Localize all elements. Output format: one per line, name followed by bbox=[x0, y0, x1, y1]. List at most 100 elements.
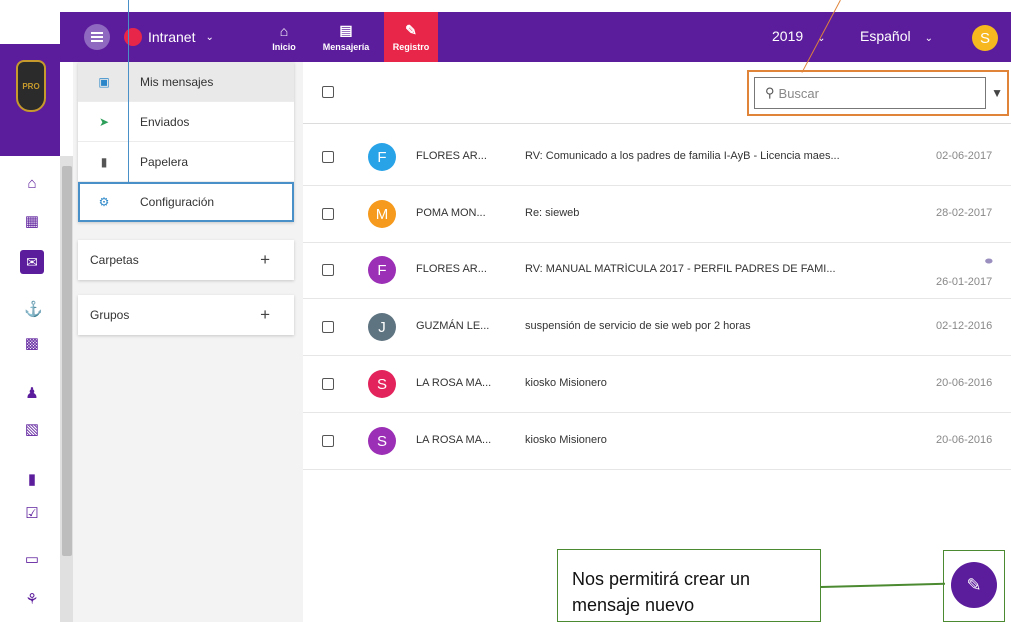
message-date: 20-06-2016 bbox=[936, 434, 993, 446]
folder-label: Papelera bbox=[140, 154, 189, 169]
sender-avatar: S bbox=[368, 427, 396, 455]
message-checkbox[interactable] bbox=[322, 435, 334, 447]
language-value: Español bbox=[860, 28, 911, 44]
message-sender: FLORES AR... bbox=[416, 150, 487, 162]
add-carpeta-icon[interactable]: + bbox=[260, 250, 270, 270]
search-input[interactable]: ⚲ Buscar bbox=[754, 77, 986, 109]
sender-avatar: J bbox=[368, 313, 396, 341]
message-date: 02-12-2016 bbox=[936, 320, 993, 332]
person-icon[interactable]: ♟ bbox=[24, 386, 40, 402]
checkbox-icon[interactable]: ☑ bbox=[24, 506, 40, 522]
document-icon[interactable]: ▭ bbox=[24, 552, 40, 568]
chevron-down-icon: ⌄ bbox=[205, 31, 214, 43]
annotation-connector bbox=[820, 582, 945, 588]
nav-inicio-label: Inicio bbox=[272, 41, 296, 52]
search-placeholder: Buscar bbox=[778, 85, 819, 101]
message-checkbox[interactable] bbox=[322, 378, 334, 390]
send-icon: ➤ bbox=[98, 114, 110, 129]
message-row[interactable]: M POMA MON... Re: sieweb 28-02-2017 bbox=[303, 186, 1011, 243]
gear-icon: ⚙ bbox=[98, 194, 110, 209]
sender-avatar: F bbox=[368, 143, 396, 171]
library-icon[interactable]: ▧ bbox=[24, 422, 40, 438]
message-subject: kiosko Misionero bbox=[525, 377, 607, 389]
calendar-icon[interactable]: ▦ bbox=[24, 214, 40, 230]
folder-label: Enviados bbox=[140, 114, 190, 129]
nav-mensajeria[interactable]: ▤ Mensajería bbox=[318, 12, 374, 62]
mailbox-icon: ▤ bbox=[339, 22, 353, 38]
message-row[interactable]: S LA ROSA MA... kiosko Misionero 20-06-2… bbox=[303, 356, 1011, 413]
folder-configuracion[interactable]: ⚙ Configuración bbox=[78, 182, 294, 222]
id-card-icon[interactable]: ▩ bbox=[24, 336, 40, 352]
message-checkbox[interactable] bbox=[322, 208, 334, 220]
book-icon[interactable]: ▮ bbox=[24, 472, 40, 488]
left-rail: ⌂ ▦ ✉ ⚓ ▩ ♟ ▧ ▮ ☑ ▭ ⚘ bbox=[0, 156, 60, 622]
home-icon: ⌂ bbox=[279, 22, 289, 39]
hamburger-icon bbox=[91, 32, 103, 42]
handshake-icon[interactable]: ⚘ bbox=[24, 592, 40, 608]
message-subject: suspensión de servicio de sie web por 2 … bbox=[525, 320, 751, 332]
user-avatar[interactable]: S bbox=[972, 25, 998, 51]
select-all-checkbox[interactable] bbox=[322, 86, 334, 98]
nav-inicio[interactable]: ⌂ Inicio bbox=[264, 12, 304, 62]
app-dot-icon bbox=[124, 28, 142, 46]
message-row[interactable]: S LA ROSA MA... kiosko Misionero 20-06-2… bbox=[303, 413, 1011, 470]
message-row[interactable]: F FLORES AR... RV: MANUAL MATRÍCULA 2017… bbox=[303, 242, 1011, 299]
folder-label: Configuración bbox=[140, 194, 215, 209]
folder-papelera[interactable]: ▮ Papelera bbox=[78, 142, 294, 182]
message-date: 28-02-2017 bbox=[936, 207, 993, 219]
message-subject: Re: sieweb bbox=[525, 207, 580, 219]
chevron-down-icon: ⌄ bbox=[924, 33, 933, 44]
message-row[interactable]: J GUZMÁN LE... suspensión de servicio de… bbox=[303, 299, 1011, 356]
nav-registro[interactable]: ✎ Registro bbox=[384, 12, 438, 62]
filter-icon[interactable]: ▼ bbox=[991, 86, 1003, 100]
folder-label: Mis mensajes bbox=[140, 74, 214, 89]
rail-scrollbar-thumb[interactable] bbox=[62, 166, 72, 556]
message-sender: LA ROSA MA... bbox=[416, 434, 492, 446]
message-date: 26-01-2017 bbox=[936, 276, 993, 288]
grupos-label: Grupos bbox=[90, 308, 130, 322]
school-logo: PRO bbox=[16, 60, 46, 112]
annotation-line bbox=[128, 0, 129, 184]
institution-icon[interactable]: ⚓ bbox=[24, 302, 43, 318]
message-checkbox[interactable] bbox=[322, 321, 334, 333]
carpetas-section[interactable]: Carpetas + bbox=[78, 240, 294, 280]
message-sender: LA ROSA MA... bbox=[416, 377, 492, 389]
message-row[interactable]: F FLORES AR... RV: Comunicado a los padr… bbox=[303, 129, 1011, 186]
message-sender: GUZMÁN LE... bbox=[416, 320, 490, 332]
trash-icon: ▮ bbox=[100, 154, 108, 169]
year-value: 2019 bbox=[772, 28, 804, 44]
message-date: 20-06-2016 bbox=[936, 377, 993, 389]
add-grupo-icon[interactable]: + bbox=[260, 305, 270, 325]
message-subject: kiosko Misionero bbox=[525, 434, 607, 446]
message-list-header: ⚲ Buscar ▼ bbox=[303, 62, 1011, 124]
sender-avatar: S bbox=[368, 370, 396, 398]
sender-avatar: F bbox=[368, 256, 396, 284]
message-subject: RV: Comunicado a los padres de familia I… bbox=[525, 150, 840, 162]
rail-header: PRO bbox=[0, 44, 60, 156]
search-icon: ⚲ bbox=[765, 85, 775, 100]
nav-mensajeria-label: Mensajería bbox=[322, 42, 370, 52]
message-date: 02-06-2017 bbox=[936, 150, 993, 162]
message-checkbox[interactable] bbox=[322, 264, 334, 276]
sender-avatar: M bbox=[368, 200, 396, 228]
language-selector[interactable]: Español ⌄ bbox=[860, 28, 933, 44]
carpetas-label: Carpetas bbox=[90, 253, 139, 267]
compose-button[interactable]: ✎ bbox=[951, 562, 997, 608]
search-highlight: ⚲ Buscar ▼ bbox=[747, 70, 1009, 116]
folder-enviados[interactable]: ➤ Enviados bbox=[78, 102, 294, 142]
message-sender: POMA MON... bbox=[416, 207, 486, 219]
inbox-icon: ▣ bbox=[98, 74, 110, 89]
message-checkbox[interactable] bbox=[322, 151, 334, 163]
home-icon[interactable]: ⌂ bbox=[24, 176, 40, 192]
annotation-callout: Nos permitirá crear un mensaje nuevo bbox=[557, 549, 821, 622]
message-sender: FLORES AR... bbox=[416, 263, 487, 275]
hamburger-menu-button[interactable] bbox=[84, 24, 110, 50]
message-subject: RV: MANUAL MATRÍCULA 2017 - PERFIL PADRE… bbox=[525, 263, 836, 275]
app-switcher[interactable]: Intranet ⌄ bbox=[124, 25, 214, 49]
mail-icon[interactable]: ✉ bbox=[20, 250, 44, 274]
attachment-icon: ⬬ bbox=[985, 256, 993, 266]
grupos-section[interactable]: Grupos + bbox=[78, 295, 294, 335]
folder-mis-mensajes[interactable]: ▣ Mis mensajes bbox=[78, 62, 294, 102]
pencil-icon: ✎ bbox=[966, 574, 982, 595]
folder-list: ▣ Mis mensajes ➤ Enviados ▮ Papelera ⚙ C… bbox=[78, 62, 294, 222]
